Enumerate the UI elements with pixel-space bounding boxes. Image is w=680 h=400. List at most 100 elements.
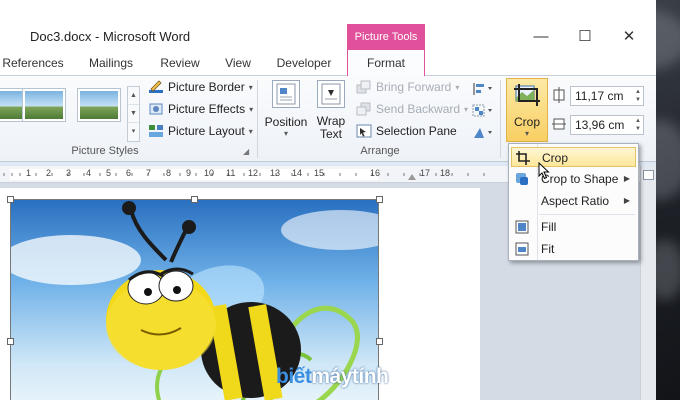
wrap-text-label-line2: Text xyxy=(319,127,342,141)
wrap-text-button[interactable]: Wrap Text xyxy=(311,80,351,141)
vertical-scrollbar[interactable] xyxy=(640,166,656,400)
ruler-label: 5 xyxy=(106,168,112,178)
selection-pane-button[interactable]: Selection Pane xyxy=(356,124,457,138)
crop-label: Crop xyxy=(513,115,540,129)
tab-references[interactable]: References xyxy=(0,50,66,76)
position-label: Position xyxy=(264,115,308,129)
style-thumbnail[interactable] xyxy=(77,88,121,122)
shape-width-icon xyxy=(552,116,566,135)
menu-item-fit[interactable]: Fit xyxy=(511,239,636,259)
menu-item-crop[interactable]: Crop xyxy=(511,147,636,167)
pen-border-icon xyxy=(148,80,164,94)
ruler-label: 2 xyxy=(46,168,52,178)
dropdown-arrow-icon: ▾ xyxy=(248,82,253,92)
crop-icon xyxy=(513,83,541,107)
send-backward-icon xyxy=(356,102,372,116)
watermark-logo: biếtmáytính xyxy=(276,365,389,389)
gallery-down-icon[interactable]: ▼ xyxy=(128,105,139,123)
ruler-label: 9 xyxy=(186,168,192,178)
height-spinner[interactable]: ▲ ▼ xyxy=(635,88,641,104)
position-button[interactable]: Position ▾ xyxy=(262,80,310,138)
crop-shape-icon xyxy=(515,172,529,186)
selection-pane-icon xyxy=(356,124,372,138)
picture-layout-label: Picture Layout xyxy=(168,124,245,138)
maximize-button[interactable]: ☐ xyxy=(562,24,608,50)
gallery-more-icon[interactable]: ▾ xyxy=(128,123,139,141)
group-separator xyxy=(257,80,258,158)
tab-view[interactable]: View xyxy=(218,50,258,76)
picture-styles-group-label: Picture Styles xyxy=(71,145,139,157)
width-row: 13,96 cm ▲ ▼ xyxy=(552,115,644,135)
send-backward-label: Send Backward xyxy=(376,102,461,116)
menu-item-label: Aspect Ratio xyxy=(541,194,610,208)
crop-icon xyxy=(516,151,530,165)
selection-pane-label: Selection Pane xyxy=(376,124,457,138)
ruler-label: 4 xyxy=(86,168,92,178)
ruler-label: 18 xyxy=(440,168,451,178)
ribbon-tabs: References Mailings Review View Develope… xyxy=(0,50,656,121)
shape-height-input[interactable]: 11,17 cm ▲ ▼ xyxy=(570,86,644,106)
resize-handle[interactable] xyxy=(376,338,383,345)
picture-tools-context-header: Picture Tools xyxy=(347,24,425,50)
shape-height-value: 11,17 cm xyxy=(575,89,624,103)
fill-icon xyxy=(515,220,529,234)
ruler-label: 16 xyxy=(370,168,381,178)
document-page[interactable] xyxy=(0,188,480,400)
ruler-label: 17 xyxy=(420,168,431,178)
gallery-scroll[interactable]: ▲ ▼ ▾ xyxy=(127,86,140,142)
menu-item-label: Crop to Shape xyxy=(541,172,619,186)
ruler-label: 14 xyxy=(292,168,303,178)
ruler-label: 1 xyxy=(26,168,32,178)
bring-forward-button[interactable]: Bring Forward ▾ xyxy=(356,80,459,94)
style-thumbnail[interactable] xyxy=(22,88,66,122)
layout-icon xyxy=(148,124,164,138)
picture-border-button[interactable]: Picture Border ▾ xyxy=(148,80,253,94)
arrange-group-label: Arrange xyxy=(360,145,400,157)
ruler-label: 13 xyxy=(270,168,281,178)
tab-format[interactable]: Format xyxy=(347,50,425,77)
crop-button[interactable]: Crop ▾ xyxy=(506,78,548,142)
ruler-label: 15 xyxy=(314,168,325,178)
send-backward-button[interactable]: Send Backward ▾ xyxy=(356,102,468,116)
window-title: Doc3.docx - Microsoft Word xyxy=(30,29,191,44)
menu-item-aspect-ratio[interactable]: Aspect Ratio ▶ xyxy=(511,191,636,211)
rotate-icon[interactable] xyxy=(472,126,494,143)
resize-handle[interactable] xyxy=(191,196,198,203)
width-spinner[interactable]: ▲ ▼ xyxy=(635,117,641,133)
align-icon[interactable] xyxy=(472,82,494,99)
height-row: 11,17 cm ▲ ▼ xyxy=(552,86,644,106)
shape-height-icon xyxy=(552,86,566,106)
mouse-cursor-icon xyxy=(538,161,550,183)
menu-separator xyxy=(539,214,635,215)
group-icon[interactable] xyxy=(472,104,494,121)
dialog-launcher-icon[interactable]: ◢ xyxy=(243,147,249,156)
resize-handle[interactable] xyxy=(376,196,383,203)
watermark-part1: biết xyxy=(276,365,312,388)
menu-item-label: Fit xyxy=(541,242,555,256)
ruler-toggle-icon[interactable] xyxy=(643,170,654,180)
picture-effects-label: Picture Effects xyxy=(168,102,246,116)
picture-effects-button[interactable]: Picture Effects ▾ xyxy=(148,102,253,116)
ruler-label: 7 xyxy=(146,168,152,178)
tab-developer[interactable]: Developer xyxy=(270,50,338,76)
picture-layout-button[interactable]: Picture Layout ▾ xyxy=(148,124,253,138)
shape-width-value: 13,96 cm xyxy=(575,118,625,132)
crop-dropdown-menu: Crop Crop to Shape ▶ Aspect Ratio ▶ Fill… xyxy=(508,143,639,261)
dropdown-arrow-icon: ▾ xyxy=(524,129,529,138)
resize-handle[interactable] xyxy=(7,196,14,203)
picture-tools-label: Picture Tools xyxy=(354,31,418,43)
dropdown-arrow-icon: ▾ xyxy=(464,104,469,114)
resize-handle[interactable] xyxy=(7,338,14,345)
dropdown-arrow-icon: ▾ xyxy=(249,104,254,114)
shape-width-input[interactable]: 13,96 cm ▲ ▼ xyxy=(570,115,644,135)
menu-item-crop-to-shape[interactable]: Crop to Shape ▶ xyxy=(511,169,636,189)
tab-review[interactable]: Review xyxy=(153,50,207,76)
tab-mailings[interactable]: Mailings xyxy=(80,50,142,76)
close-button[interactable]: ✕ xyxy=(606,24,652,50)
position-icon xyxy=(272,80,300,108)
minimize-button[interactable]: — xyxy=(518,24,564,50)
ruler-label: 12 xyxy=(248,168,259,178)
gallery-up-icon[interactable]: ▲ xyxy=(128,87,139,105)
ruler-label: 11 xyxy=(226,168,236,178)
menu-item-fill[interactable]: Fill xyxy=(511,217,636,237)
